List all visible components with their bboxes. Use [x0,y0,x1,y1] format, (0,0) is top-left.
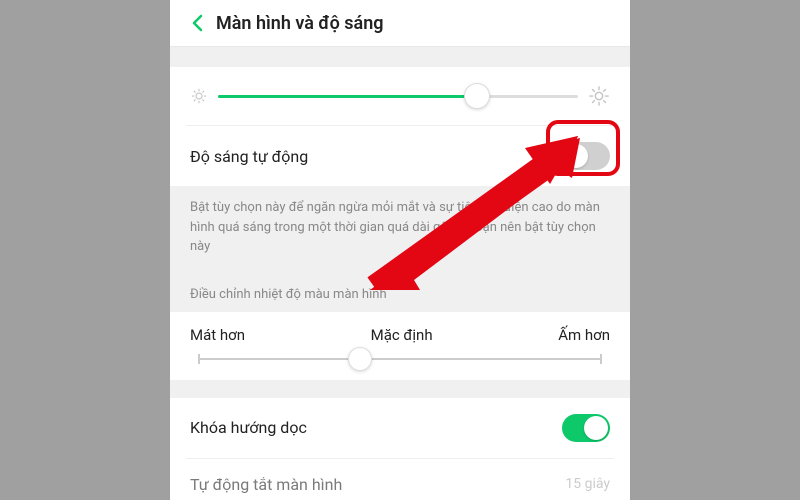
auto-brightness-row[interactable]: Độ sáng tự động [170,126,630,186]
spacer [170,380,630,398]
temp-cooler-label: Mát hơn [190,326,245,344]
brightness-card: Độ sáng tự động [170,67,630,186]
sun-high-icon [588,85,610,107]
back-button[interactable] [186,12,208,34]
misc-card: Khóa hướng dọc Tự động tắt màn hình 15 g… [170,398,630,500]
spacer [170,47,630,67]
page-title: Màn hình và độ sáng [216,13,383,34]
toggle-thumb [584,416,608,440]
auto-off-label: Tự động tắt màn hình [190,475,342,494]
auto-off-row[interactable]: Tự động tắt màn hình 15 giây [170,459,630,500]
orientation-lock-row[interactable]: Khóa hướng dọc [170,398,630,458]
temp-warmer-label: Ấm hơn [558,326,610,344]
brightness-slider-thumb[interactable] [464,83,490,109]
temp-default-label: Mặc định [371,326,433,344]
orientation-lock-toggle[interactable] [562,414,610,442]
color-temp-card: Mát hơn Mặc định Ấm hơn [170,312,630,380]
header-bar: Màn hình và độ sáng [170,0,630,47]
brightness-slider-row [170,67,630,125]
auto-brightness-description: Bật tùy chọn này để ngăn ngừa mỏi mắt và… [170,186,630,273]
brightness-slider[interactable] [218,95,578,98]
settings-screen: Màn hình và độ sáng [170,0,630,500]
color-temp-thumb[interactable] [348,347,372,371]
color-temp-section-label: Điều chỉnh nhiệt độ màu màn hình [170,273,630,312]
auto-off-value: 15 giây [565,476,610,492]
brightness-slider-fill [218,95,477,98]
color-temp-slider-wrap [170,350,630,380]
color-temp-slider[interactable] [198,358,602,360]
sun-low-icon [190,87,208,105]
chevron-left-icon [191,14,203,32]
auto-brightness-toggle[interactable] [562,142,610,170]
toggle-thumb [564,144,588,168]
orientation-lock-label: Khóa hướng dọc [190,418,307,437]
auto-brightness-label: Độ sáng tự động [190,147,308,166]
color-temp-labels: Mát hơn Mặc định Ấm hơn [170,312,630,350]
